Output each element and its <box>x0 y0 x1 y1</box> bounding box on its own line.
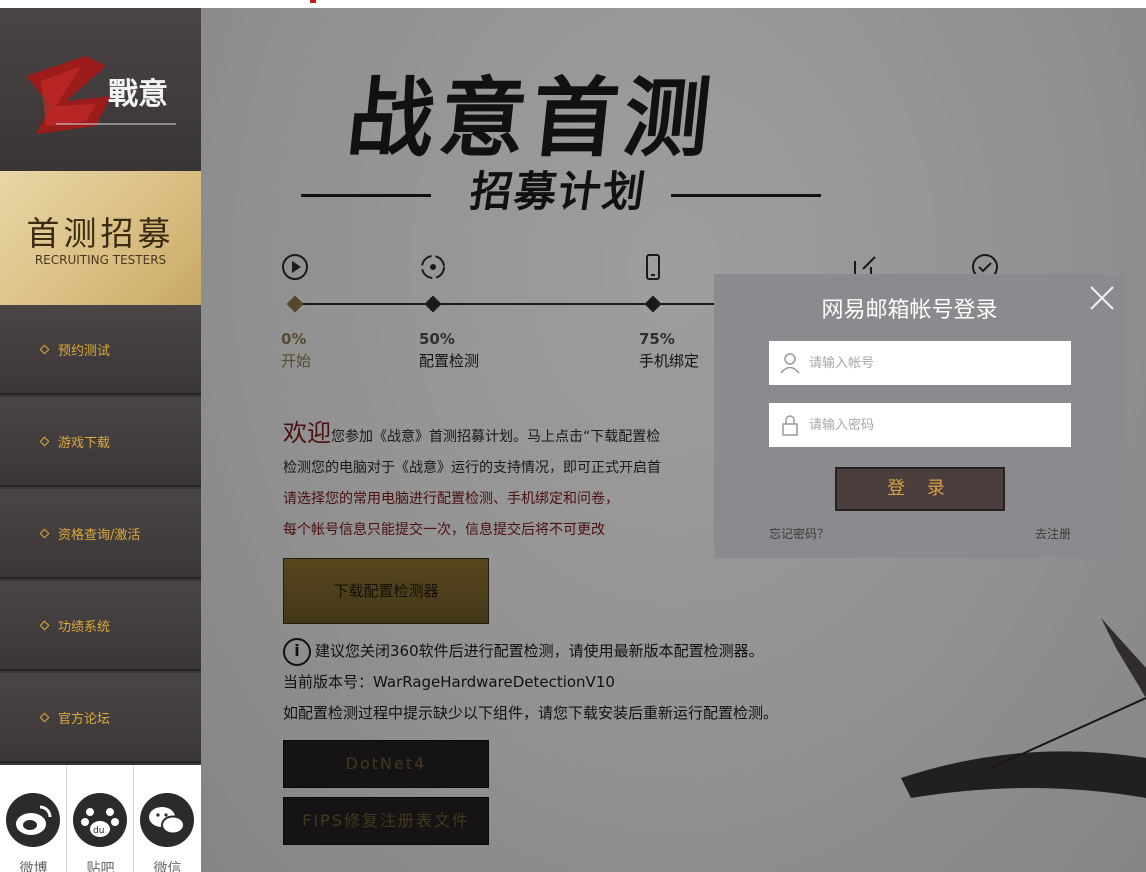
social-links: 微博 du 贴吧 微信 <box>0 765 201 872</box>
svg-text:戰意: 戰意 <box>108 77 168 112</box>
diamond-icon <box>39 528 50 539</box>
social-tieba[interactable]: du 贴吧 <box>67 765 134 872</box>
nav-item-reserve-test[interactable]: 预约测试 <box>0 305 201 395</box>
diamond-icon <box>39 712 50 723</box>
game-logo[interactable]: 戰意 <box>16 46 186 141</box>
nav-label: 游戏下载 <box>58 436 111 451</box>
nav-label: 资格查询/激活 <box>58 528 141 543</box>
recruit-subtitle: RECRUITING TESTERS <box>34 253 167 267</box>
social-label: 贴吧 <box>86 861 115 872</box>
forgot-password-link[interactable]: 忘记密码？ <box>769 525 829 542</box>
social-wechat[interactable]: 微信 <box>134 765 201 872</box>
diamond-icon <box>39 344 50 355</box>
register-link[interactable]: 去注册 <box>1035 525 1071 542</box>
social-weibo[interactable]: 微博 <box>0 765 67 872</box>
tieba-icon: du <box>73 793 127 847</box>
recruit-title: 首测招募 <box>26 214 175 253</box>
user-icon <box>780 353 800 374</box>
account-field <box>769 341 1071 385</box>
wechat-icon <box>140 793 194 847</box>
top-accent <box>310 0 316 3</box>
social-label: 微信 <box>153 861 182 872</box>
nav-item-achievements[interactable]: 功绩系统 <box>0 581 201 671</box>
modal-title: 网易邮箱帐号登录 <box>821 298 998 323</box>
nav-label: 功绩系统 <box>58 620 111 635</box>
diamond-icon <box>39 620 50 631</box>
weibo-icon <box>6 793 60 847</box>
password-field <box>769 403 1071 447</box>
close-icon[interactable] <box>1088 284 1116 312</box>
login-modal: 网易邮箱帐号登录 登 录 忘记密码？ 去注册 <box>714 274 1125 558</box>
logo-area: 戰意 <box>0 8 201 171</box>
lock-icon <box>782 415 798 436</box>
social-label: 微博 <box>19 861 48 872</box>
sidebar: 戰意 首测招募 RECRUITING TESTERS 预约测试 游戏下载 资格查… <box>0 8 201 872</box>
nav-item-qualification[interactable]: 资格查询/激活 <box>0 489 201 579</box>
top-bar <box>0 0 1146 8</box>
password-input[interactable] <box>809 403 1064 447</box>
nav-label: 官方论坛 <box>58 712 111 727</box>
login-button[interactable]: 登 录 <box>835 467 1005 511</box>
svg-text:du: du <box>93 826 104 836</box>
recruit-banner[interactable]: 首测招募 RECRUITING TESTERS <box>0 171 201 305</box>
nav-label: 预约测试 <box>58 344 111 359</box>
diamond-icon <box>39 436 50 447</box>
nav-item-forum[interactable]: 官方论坛 <box>0 673 201 763</box>
nav-item-game-download[interactable]: 游戏下载 <box>0 397 201 487</box>
account-input[interactable] <box>809 341 1064 385</box>
